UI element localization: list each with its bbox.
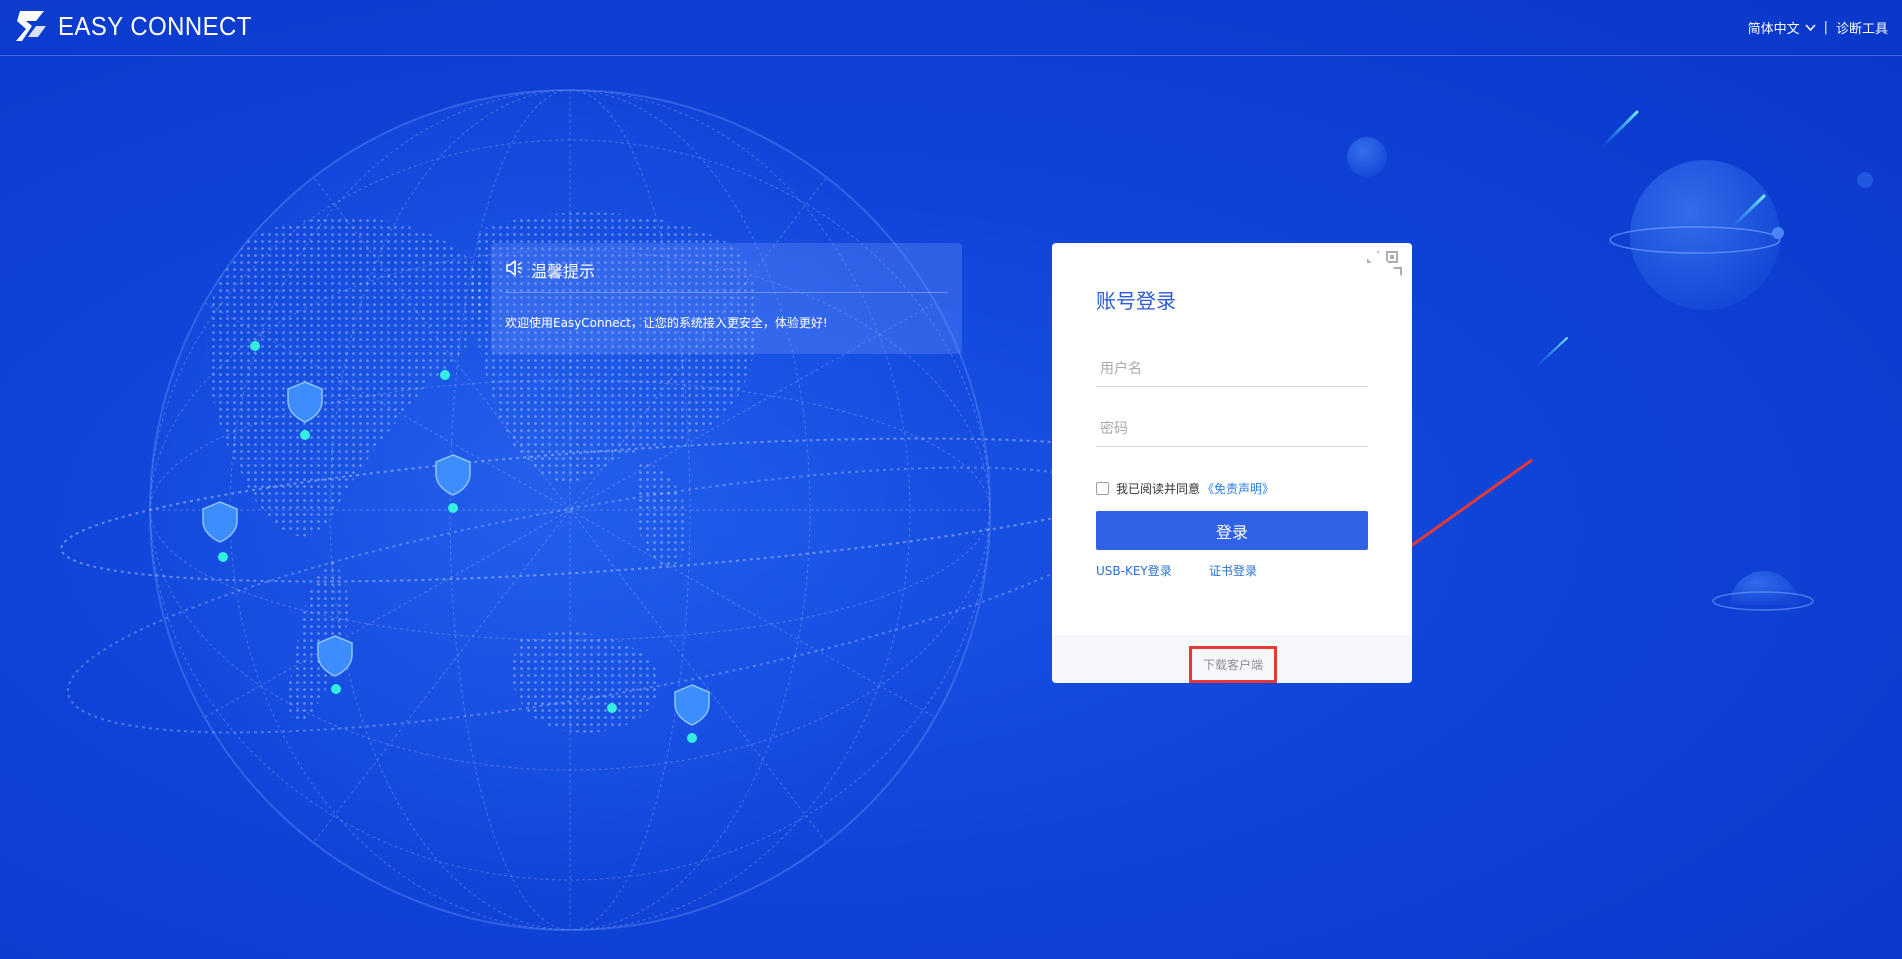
globe (150, 90, 990, 930)
cert-login-link[interactable]: 证书登录 (1209, 562, 1257, 579)
glow-nodes (218, 341, 697, 743)
login-title: 账号登录 (1096, 289, 1176, 313)
language-label: 简体中文 (1747, 22, 1800, 37)
brand-logo: EASY CONNECT (14, 9, 269, 43)
meteor (1731, 194, 1766, 228)
qr-code-icon[interactable] (1360, 243, 1412, 295)
planet (1772, 227, 1784, 239)
login-button[interactable]: 登录 (1096, 511, 1368, 550)
planet (1347, 137, 1387, 177)
top-bar: EASY CONNECT 简体中文 | 诊断工具 (0, 0, 1902, 56)
header-actions: 简体中文 | 诊断工具 (1748, 18, 1888, 37)
shield-pin-icon (202, 381, 710, 726)
download-client-link[interactable]: 下载客户端 (1189, 646, 1277, 683)
usb-key-login-link[interactable]: USB-KEY登录 (1096, 562, 1172, 579)
planet (1857, 172, 1873, 188)
brand-name: EASY CONNECT (58, 10, 252, 41)
meteor (1536, 337, 1568, 367)
agree-label: 我已阅读并同意 (1116, 482, 1201, 496)
diagnostic-tool-link[interactable]: 诊断工具 (1836, 18, 1888, 37)
agree-checkbox[interactable] (1096, 482, 1109, 495)
disclaimer-link[interactable]: 《免责声明》 (1202, 480, 1274, 497)
logo-icon (16, 11, 46, 41)
agreement-row: 我已阅读并同意 《免责声明》 (1096, 480, 1274, 497)
notice-message: 欢迎使用EasyConnect，让您的系统接入更安全，体验更好! (505, 316, 828, 330)
background-art (60, 89, 1873, 931)
notice-panel: 温馨提示 欢迎使用EasyConnect，让您的系统接入更安全，体验更好! (491, 243, 962, 354)
planet (1630, 160, 1780, 310)
language-selector[interactable]: 简体中文 (1748, 18, 1816, 37)
card-footer: 下载客户端 (1052, 635, 1412, 683)
login-card: 账号登录 我已阅读并同意 《免责声明》 登录 USB-KEY登录 证书登录 下载… (1052, 243, 1412, 683)
notice-header: 温馨提示 (505, 258, 948, 293)
notice-title: 温馨提示 (531, 262, 596, 281)
orbit-ring (60, 437, 1180, 583)
username-input[interactable] (1096, 351, 1368, 387)
header-separator: | (1823, 20, 1828, 35)
chevron-down-icon (1805, 23, 1816, 31)
meteor (1601, 110, 1639, 148)
orbit-ring (66, 466, 1134, 734)
password-input[interactable] (1096, 411, 1368, 447)
planet (1730, 571, 1798, 605)
speaker-icon (506, 260, 522, 276)
